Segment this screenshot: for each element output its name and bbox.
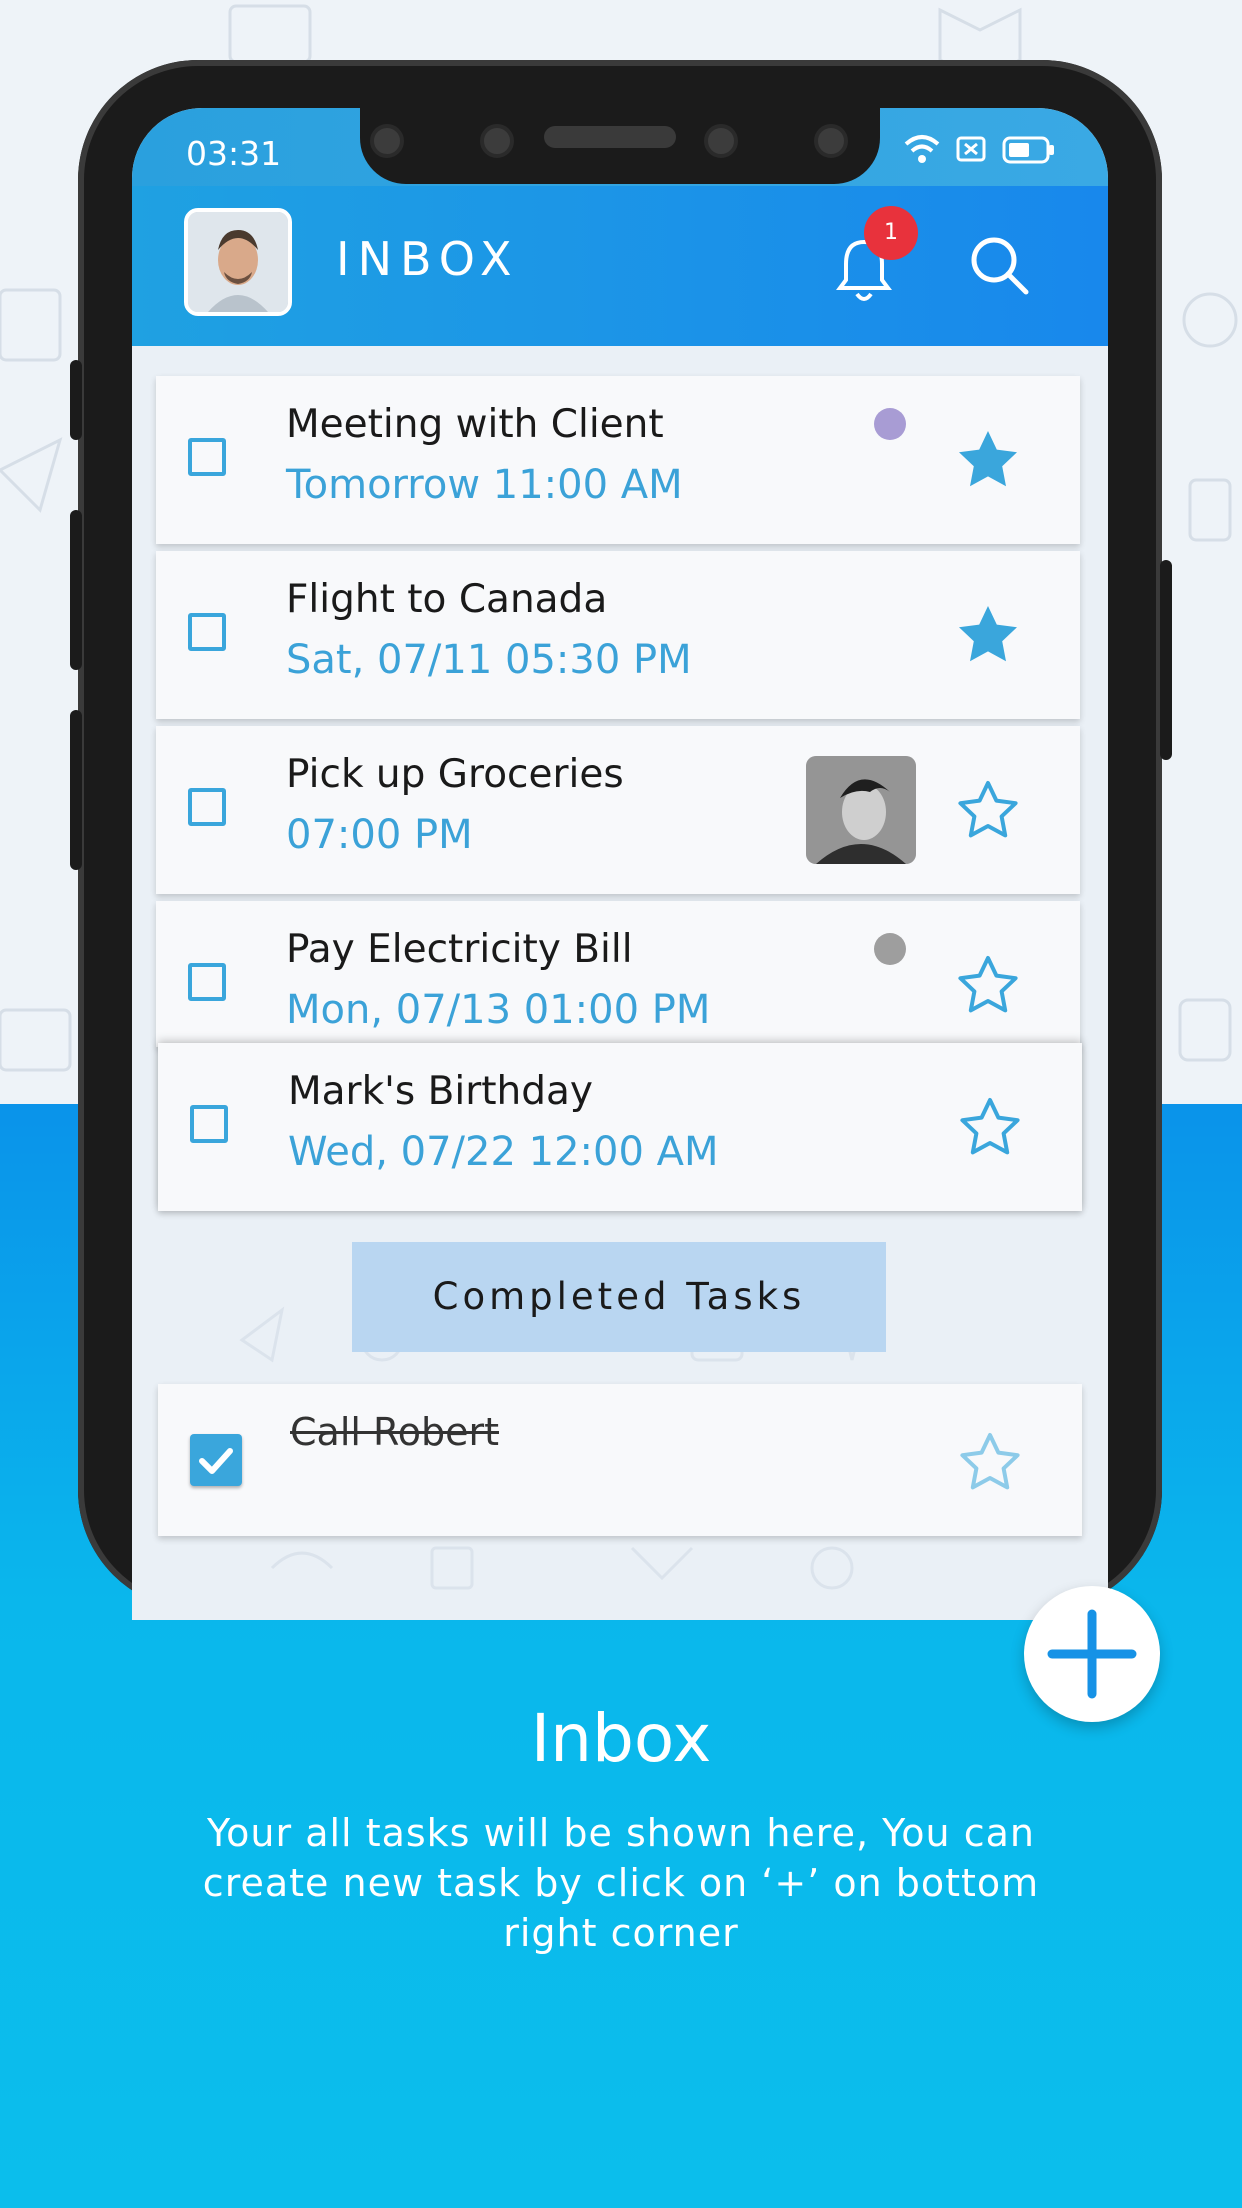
task-title: Meeting with Client [286,402,664,447]
front-sensor [480,124,514,158]
task-due-time: Mon, 07/13 01:00 PM [286,987,711,1033]
status-time: 03:31 [186,134,282,173]
task-checkbox[interactable] [188,613,226,651]
star-filled-icon[interactable] [956,428,1020,490]
notification-badge: 1 [864,206,918,260]
completed-tasks-button[interactable]: Completed Tasks [352,1242,886,1352]
user-avatar[interactable] [184,208,292,316]
task-item[interactable]: Flight to Canada Sat, 07/11 05:30 PM [156,551,1080,719]
check-icon [199,1448,233,1474]
wifi-icon [904,135,940,163]
promo-title: Inbox [530,1700,712,1777]
task-checkbox[interactable] [188,438,226,476]
promo-description: Your all tasks will be shown here, You c… [202,1811,1040,1955]
app-bar: INBOX 1 [132,186,1108,346]
assignee-photo [806,756,916,864]
star-outline-icon[interactable] [958,1095,1022,1157]
task-item[interactable]: Pick up Groceries 07:00 PM [156,726,1080,894]
search-icon[interactable] [968,234,1032,298]
task-label-dot [874,933,906,965]
phone-side-button [70,510,82,670]
task-item[interactable]: Meeting with Client Tomorrow 11:00 AM [156,376,1080,544]
front-camera [370,124,404,158]
task-item[interactable]: Pay Electricity Bill Mon, 07/13 01:00 PM [156,901,1080,1047]
earpiece-speaker [544,126,676,148]
page-title: INBOX [336,232,520,286]
star-filled-icon[interactable] [956,603,1020,665]
task-checkbox-checked[interactable] [190,1434,242,1486]
task-checkbox[interactable] [188,963,226,1001]
avatar-portrait-image [188,212,288,312]
star-outline-icon[interactable] [956,778,1020,840]
sim-icon [956,136,986,162]
status-icons [904,135,1054,164]
phone-screen: 03:31 INBOX 1 Meeting with Client Tomorr… [132,108,1108,1620]
task-title: Call Robert [290,1410,499,1454]
star-outline-icon[interactable] [956,953,1020,1015]
front-sensor [814,124,848,158]
task-checkbox[interactable] [188,788,226,826]
task-label-dot [874,408,906,440]
completed-task-item[interactable]: Call Robert [158,1384,1082,1536]
task-checkbox[interactable] [190,1105,228,1143]
task-due-time: Sat, 07/11 05:30 PM [286,637,692,683]
task-due-time: Wed, 07/22 12:00 AM [288,1129,719,1175]
phone-side-button [1160,560,1172,760]
phone-notch [360,108,880,184]
phone-side-button [70,360,82,440]
task-due-time: 07:00 PM [286,812,473,858]
task-due-time: Tomorrow 11:00 AM [286,462,683,508]
battery-icon [1002,136,1054,164]
task-title: Mark's Birthday [288,1069,593,1114]
phone-side-button [70,710,82,870]
task-title: Pick up Groceries [286,752,624,797]
star-outline-icon[interactable] [958,1430,1022,1492]
task-title: Flight to Canada [286,577,608,622]
task-item[interactable]: Mark's Birthday Wed, 07/22 12:00 AM [158,1043,1082,1211]
task-title: Pay Electricity Bill [286,927,633,972]
front-sensor [704,124,738,158]
